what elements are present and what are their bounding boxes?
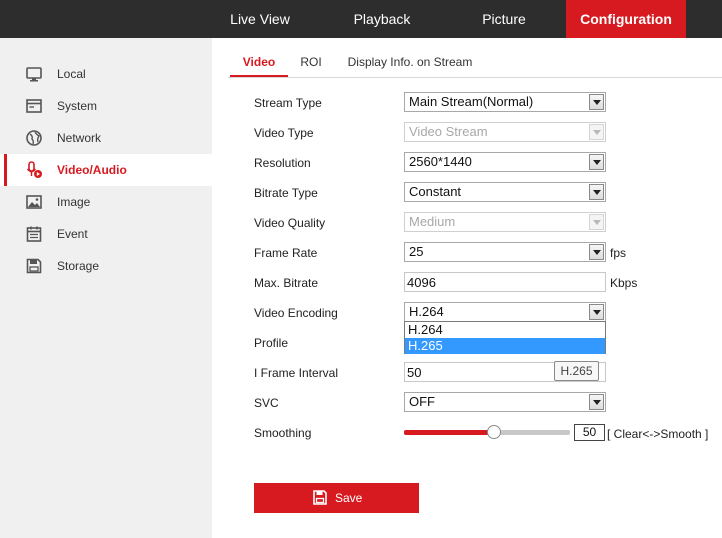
bitrate-type-value: Constant <box>409 184 462 199</box>
smoothing-slider[interactable] <box>404 425 570 439</box>
sidebar-item-image[interactable]: Image <box>0 186 212 218</box>
i-frame-interval-label: I Frame Interval <box>254 366 339 380</box>
video-type-select: Video Stream <box>404 122 606 142</box>
stream-type-label: Stream Type <box>254 96 322 110</box>
frame-rate-unit: fps <box>610 246 627 260</box>
max-bitrate-label: Max. Bitrate <box>254 276 319 290</box>
floppy-disk-icon <box>313 490 327 505</box>
max-bitrate-unit: Kbps <box>610 276 638 290</box>
tab-roi[interactable]: ROI <box>292 50 330 77</box>
nav-configuration[interactable]: Configuration <box>566 0 686 38</box>
sidebar-item-label: Image <box>57 195 91 209</box>
video-encoding-select[interactable]: H.264 <box>404 302 606 322</box>
chevron-down-icon <box>589 394 604 410</box>
resolution-label: Resolution <box>254 156 311 170</box>
chevron-down-icon <box>589 94 604 110</box>
video-type-value: Video Stream <box>409 124 488 139</box>
chevron-down-icon <box>589 124 604 140</box>
nav-live-view[interactable]: Live View <box>212 0 308 38</box>
video-audio-icon <box>26 161 42 178</box>
frame-rate-label: Frame Rate <box>254 246 318 260</box>
sidebar-item-label: Local <box>57 67 86 81</box>
top-navigation: Live View Playback Picture Configuration <box>0 0 722 38</box>
max-bitrate-input[interactable] <box>404 272 606 292</box>
smoothing-slider-handle[interactable] <box>487 425 501 439</box>
config-tabs: Video ROI Display Info. on Stream <box>228 50 722 78</box>
sidebar-item-label: Event <box>57 227 88 241</box>
encoding-option-h264[interactable]: H.264 <box>405 322 605 338</box>
video-encoding-label: Video Encoding <box>254 306 338 320</box>
video-quality-label: Video Quality <box>254 216 326 230</box>
save-button-label: Save <box>335 491 363 505</box>
video-encoding-value: H.264 <box>409 304 444 319</box>
resolution-value: 2560*1440 <box>409 154 472 169</box>
sidebar-item-label: Storage <box>57 259 100 273</box>
bitrate-type-label: Bitrate Type <box>254 186 318 200</box>
svc-label: SVC <box>254 396 279 410</box>
video-type-label: Video Type <box>254 126 314 140</box>
frame-rate-select[interactable]: 25 <box>404 242 606 262</box>
svc-value: OFF <box>409 394 435 409</box>
calendar-icon <box>26 226 42 242</box>
sidebar-item-local[interactable]: Local <box>0 58 212 90</box>
svc-select[interactable]: OFF <box>404 392 606 412</box>
video-quality-select: Medium <box>404 212 606 232</box>
nav-picture[interactable]: Picture <box>454 0 554 38</box>
image-icon <box>26 195 42 209</box>
sidebar-item-label: Network <box>57 131 102 145</box>
globe-icon <box>26 130 42 146</box>
tab-video[interactable]: Video <box>230 50 288 77</box>
chevron-down-icon <box>589 184 604 200</box>
resolution-select[interactable]: 2560*1440 <box>404 152 606 172</box>
monitor-icon <box>26 67 42 82</box>
sidebar-item-label: System <box>57 99 98 113</box>
chevron-down-icon <box>589 214 604 230</box>
smoothing-slider-fill <box>404 430 494 435</box>
system-icon <box>26 99 42 113</box>
sidebar-item-storage[interactable]: Storage <box>0 250 212 282</box>
sidebar-item-system[interactable]: System <box>0 90 212 122</box>
save-button[interactable]: Save <box>254 483 419 513</box>
sidebar-item-label: Video/Audio <box>57 163 127 177</box>
smoothing-value: 50 <box>574 424 605 441</box>
encoding-option-h265[interactable]: H.265 <box>405 338 605 354</box>
sidebar: Local System Network Video/Audio Image E… <box>0 38 212 538</box>
chevron-down-icon <box>589 304 604 320</box>
nav-playback[interactable]: Playback <box>330 0 434 38</box>
storage-icon <box>26 258 42 274</box>
profile-label: Profile <box>254 336 289 350</box>
video-encoding-dropdown: H.264 H.265 <box>404 321 606 354</box>
chevron-down-icon <box>589 244 604 260</box>
tab-display-info[interactable]: Display Info. on Stream <box>342 50 478 77</box>
frame-rate-value: 25 <box>409 244 424 259</box>
encoding-tooltip: H.265 <box>554 361 599 381</box>
sidebar-item-video-audio[interactable]: Video/Audio <box>0 154 212 186</box>
stream-type-select[interactable]: Main Stream(Normal) <box>404 92 606 112</box>
sidebar-item-network[interactable]: Network <box>0 122 212 154</box>
video-quality-value: Medium <box>409 214 456 229</box>
chevron-down-icon <box>589 154 604 170</box>
smoothing-hint: [ Clear<->Smooth ] <box>607 427 709 441</box>
sidebar-item-event[interactable]: Event <box>0 218 212 250</box>
bitrate-type-select[interactable]: Constant <box>404 182 606 202</box>
stream-type-value: Main Stream(Normal) <box>409 94 534 109</box>
smoothing-label: Smoothing <box>254 426 312 440</box>
